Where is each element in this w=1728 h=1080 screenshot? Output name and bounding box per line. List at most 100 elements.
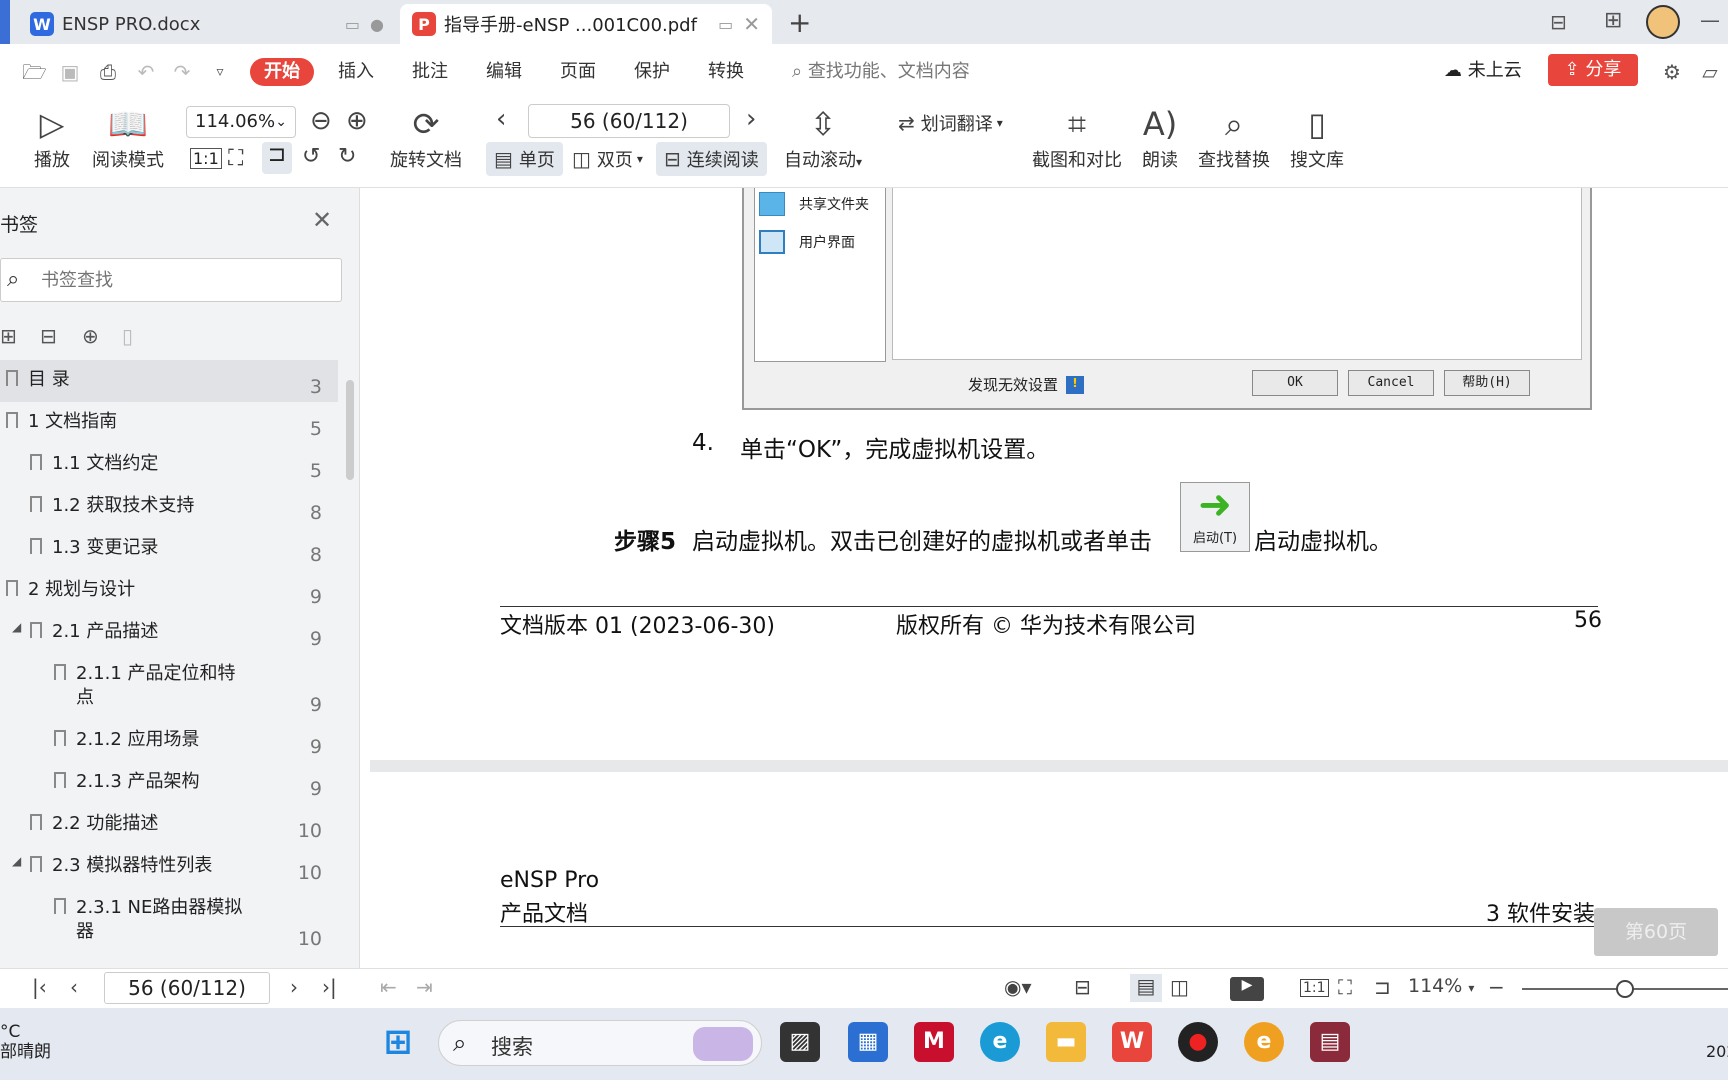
- windows-start-icon[interactable]: ⊞: [378, 1022, 418, 1062]
- print-icon[interactable]: ⎙: [96, 60, 120, 84]
- prev-page-icon[interactable]: ‹: [496, 104, 506, 134]
- more-dropdown-icon[interactable]: ▿: [208, 60, 232, 84]
- share-button[interactable]: ⇪ 分享: [1548, 54, 1638, 86]
- microsoft-store-icon[interactable]: ▦: [848, 1022, 888, 1062]
- bookmark-item[interactable]: 1.2 获取技术支持 8: [0, 486, 338, 528]
- bookmark-item[interactable]: ◢ 2.1 产品描述 9: [0, 612, 338, 654]
- redo-icon[interactable]: ↷: [170, 60, 194, 84]
- menu-insert[interactable]: 插入: [338, 58, 374, 86]
- menu-annotate[interactable]: 批注: [412, 58, 448, 86]
- browser-icon[interactable]: e: [1244, 1022, 1284, 1062]
- bookmark-item[interactable]: 2.3.1 NE路由器模拟 器 10: [0, 888, 338, 952]
- zoom-slider-handle[interactable]: [1616, 980, 1634, 998]
- status-page-input[interactable]: 56 (60/112): [104, 972, 270, 1004]
- zoom-select[interactable]: 114.06% ⌄: [186, 106, 296, 138]
- first-page-icon[interactable]: |‹: [32, 975, 47, 999]
- minimize-icon[interactable]: —: [1700, 8, 1720, 32]
- single-view-icon[interactable]: ▤: [1130, 974, 1162, 1002]
- tab-ensp-docx[interactable]: W ENSP PRO.docx ▭ ●: [18, 4, 396, 44]
- bookmark-search[interactable]: ⌕: [0, 258, 342, 302]
- layout-icon[interactable]: ⊟: [1550, 10, 1567, 34]
- monitor-icon[interactable]: ▭: [345, 15, 360, 34]
- edge-icon[interactable]: e: [980, 1022, 1020, 1062]
- continuous-view-icon[interactable]: ⊟: [1074, 975, 1091, 999]
- open-folder-icon[interactable]: 🗁: [22, 60, 47, 84]
- next-page-icon[interactable]: ›: [290, 975, 298, 999]
- taskbar-search[interactable]: ⌕ 搜索: [438, 1020, 762, 1066]
- back-icon[interactable]: ⇤: [380, 975, 397, 999]
- library-button[interactable]: ▯ 搜文库: [1290, 104, 1344, 172]
- menu-page[interactable]: 页面: [560, 58, 596, 86]
- bookmark-item[interactable]: 2.1.2 应用场景 9: [0, 720, 338, 762]
- avatar[interactable]: [1646, 5, 1680, 39]
- continuous-read-button[interactable]: ⊟ 连续阅读: [656, 142, 767, 176]
- actual-size-icon[interactable]: 1:1: [1300, 979, 1329, 997]
- bookmark-item[interactable]: 2.1.1 产品定位和特 点 9: [0, 654, 338, 720]
- bookmark-item[interactable]: 1.1 文档约定 5: [0, 444, 338, 486]
- bookmark-item[interactable]: 2.1.3 产品架构 9: [0, 762, 338, 804]
- rotate-right-icon[interactable]: ↻: [338, 144, 356, 169]
- feature-search[interactable]: ⌕ 查找功能、文档内容: [792, 58, 1022, 86]
- close-tab-icon[interactable]: ✕: [743, 12, 760, 36]
- monitor-icon[interactable]: ▭: [718, 15, 733, 34]
- weather-widget[interactable]: °C 部晴朗: [0, 1022, 51, 1062]
- cloud-status[interactable]: ☁ 未上云: [1444, 56, 1522, 86]
- actual-size-icon[interactable]: 1:1: [190, 148, 222, 169]
- remove-bookmark-icon[interactable]: ▯: [122, 324, 133, 348]
- recorder-icon[interactable]: ●: [1178, 1022, 1218, 1062]
- zoom-out-minus-icon[interactable]: −: [1488, 975, 1505, 999]
- fit-page-icon[interactable]: ⛶: [228, 146, 243, 171]
- double-view-icon[interactable]: ◫: [1170, 975, 1189, 999]
- new-tab-icon[interactable]: +: [788, 6, 811, 39]
- rotate-doc-button[interactable]: ⟳ 旋转文档: [390, 104, 462, 172]
- read-aloud-button[interactable]: A) 朗读: [1142, 104, 1178, 172]
- expand-caret-icon[interactable]: ◢: [12, 620, 21, 634]
- last-page-icon[interactable]: ›|: [322, 975, 337, 999]
- rotate-left-icon[interactable]: ↺: [302, 144, 320, 169]
- expand-all-icon[interactable]: ⊞: [0, 324, 17, 348]
- menu-protect[interactable]: 保护: [634, 58, 670, 86]
- menu-convert[interactable]: 转换: [708, 58, 744, 86]
- sidebar-scrollbar[interactable]: [346, 380, 354, 480]
- translate-button[interactable]: ⇄ 划词翻译 ▾: [898, 106, 1003, 140]
- settings-icon[interactable]: ⚙: [1660, 60, 1684, 84]
- tab-guide-pdf[interactable]: P 指导手册-eNSP ...001C00.pdf ▭ ✕: [400, 4, 772, 44]
- message-icon[interactable]: ▱: [1698, 60, 1722, 84]
- menu-start[interactable]: 开始: [250, 58, 314, 86]
- menu-edit[interactable]: 编辑: [486, 58, 522, 86]
- bookmark-item[interactable]: 2.2 功能描述 10: [0, 804, 338, 846]
- slideshow-icon[interactable]: ▶: [1230, 977, 1264, 1001]
- fit-width-icon[interactable]: ⊐: [1374, 975, 1391, 999]
- grid-icon[interactable]: ⊞: [1604, 8, 1622, 33]
- next-page-icon[interactable]: ›: [746, 104, 756, 134]
- wps-office-icon[interactable]: W: [1112, 1022, 1152, 1062]
- bookmark-item[interactable]: 1.3 变更记录 8: [0, 528, 338, 570]
- single-page-button[interactable]: ▤ 单页: [486, 142, 563, 176]
- zoom-in-icon[interactable]: ⊕: [346, 106, 368, 136]
- winrar-icon[interactable]: ▤: [1310, 1022, 1350, 1062]
- forward-icon[interactable]: ⇥: [416, 975, 433, 999]
- add-bookmark-icon[interactable]: ⊕: [82, 324, 99, 348]
- bookmark-item[interactable]: 目 录 3: [0, 360, 338, 402]
- expand-caret-icon[interactable]: ◢: [12, 854, 21, 868]
- collapse-all-icon[interactable]: ⊟: [40, 324, 57, 348]
- zoom-out-icon[interactable]: ⊖: [310, 106, 332, 136]
- undo-icon[interactable]: ↶: [134, 60, 158, 84]
- fit-width-icon[interactable]: ⊐: [262, 142, 292, 174]
- find-replace-button[interactable]: ⌕ 查找替换: [1198, 104, 1270, 172]
- zoom-level[interactable]: 114% ▾: [1408, 975, 1474, 997]
- bookmark-search-input[interactable]: [41, 267, 331, 293]
- prev-page-icon[interactable]: ‹: [70, 975, 78, 999]
- system-clock[interactable]: 202: [1706, 1042, 1728, 1061]
- eye-protection-icon[interactable]: ◉▾: [1004, 975, 1032, 999]
- bookmark-item[interactable]: 2 规划与设计 9: [0, 570, 338, 612]
- read-mode-button[interactable]: 📖 阅读模式: [92, 104, 164, 172]
- screenshot-compare-button[interactable]: ⌗ 截图和对比: [1032, 104, 1122, 172]
- play-button[interactable]: ▷ 播放: [34, 104, 70, 172]
- fit-page-icon[interactable]: ⛶: [1338, 975, 1352, 999]
- page-number-input[interactable]: 56 (60/112): [528, 104, 730, 138]
- dot-icon[interactable]: ●: [370, 15, 384, 34]
- mcafee-icon[interactable]: M: [914, 1022, 954, 1062]
- task-view-icon[interactable]: ▨: [780, 1022, 820, 1062]
- save-icon[interactable]: ▣: [58, 60, 82, 84]
